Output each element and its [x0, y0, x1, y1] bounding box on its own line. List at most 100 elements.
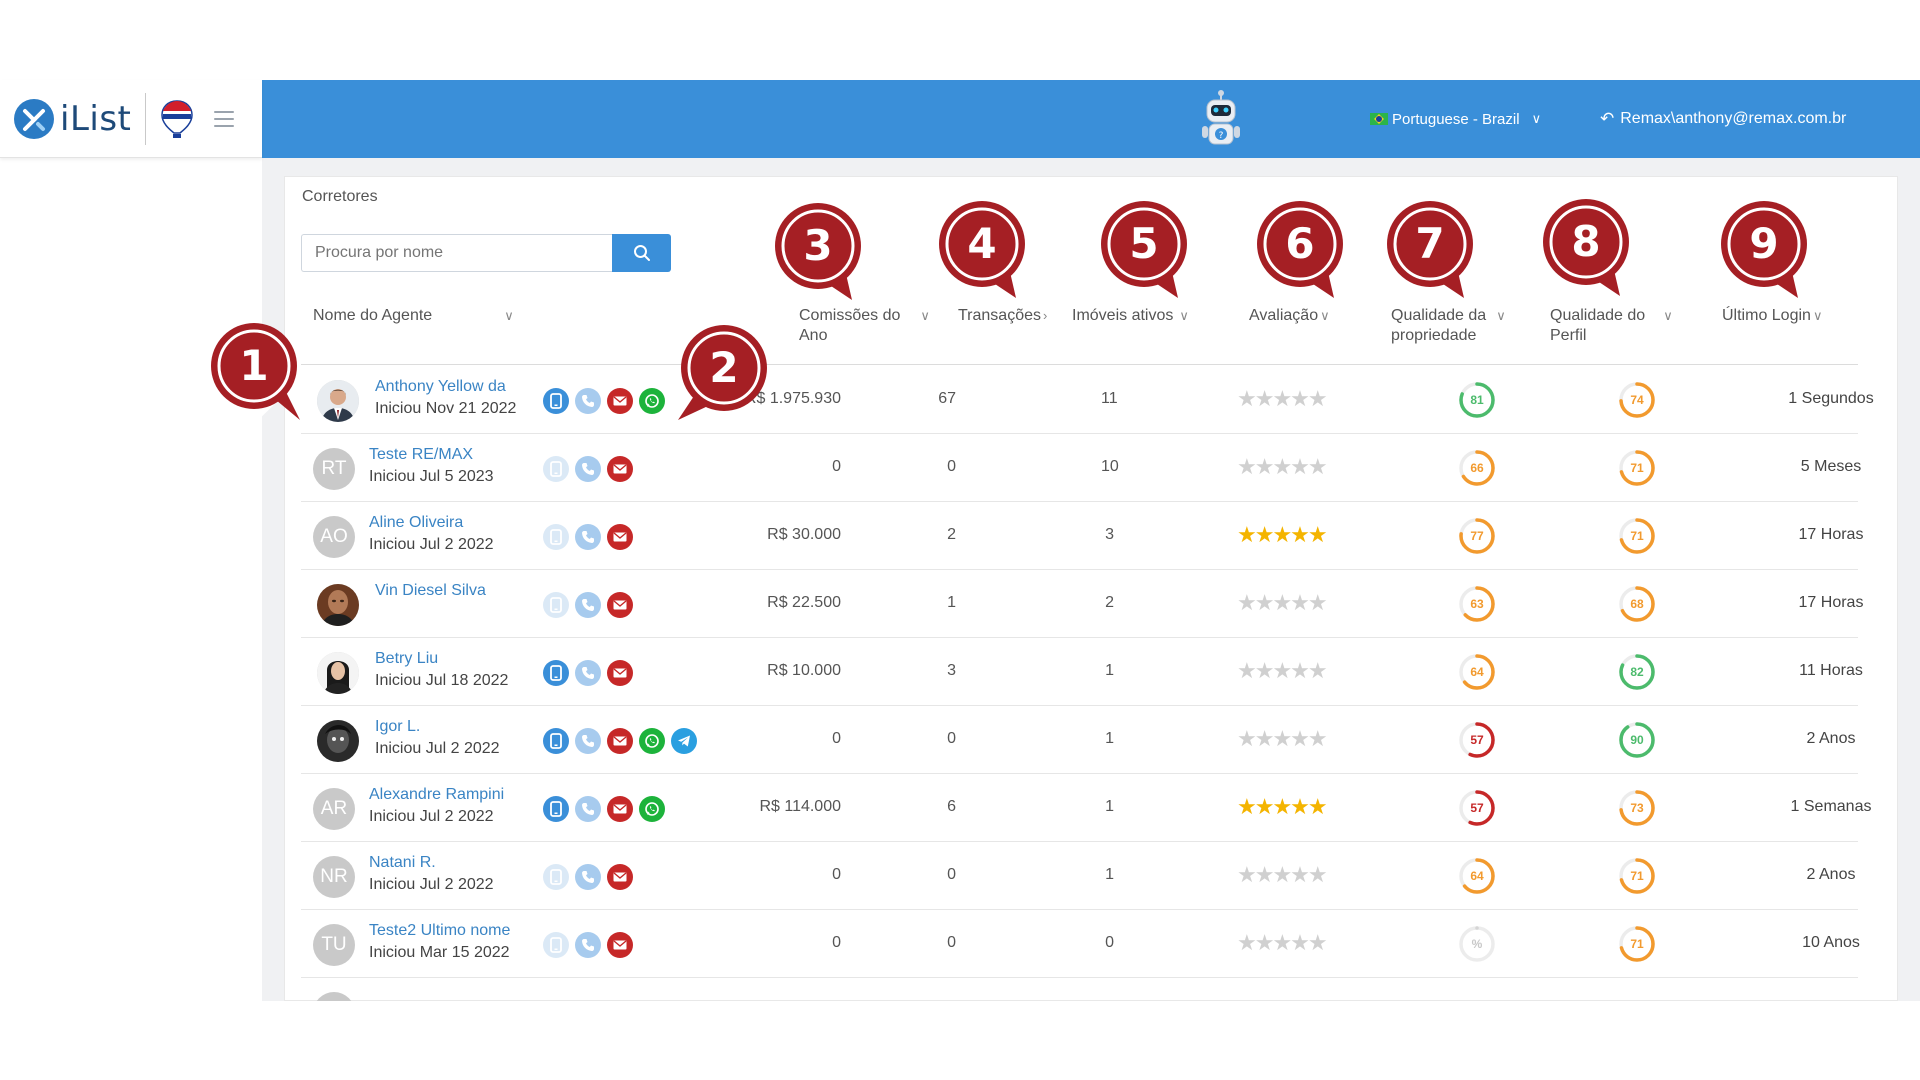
col-profile-quality[interactable]: Qualidade do ∨ Perfil [1550, 306, 1673, 346]
agent-name-link[interactable]: Betry Liu [375, 650, 438, 668]
agent-name-link[interactable]: Alexandre Rampini [369, 786, 504, 804]
mobile-icon[interactable] [543, 660, 569, 686]
agent-name-link[interactable]: Aline Oliveira [369, 514, 463, 532]
mail-icon[interactable] [607, 660, 633, 686]
mobile-icon[interactable] [543, 796, 569, 822]
commission-value: R$ 10.000 [767, 662, 841, 679]
property-quality-gauge-value: 64 [1470, 665, 1484, 679]
mail-icon[interactable] [607, 796, 633, 822]
avatar[interactable]: TU [313, 924, 355, 966]
avatar[interactable]: NR [313, 856, 355, 898]
profile-quality-gauge: 90 [1617, 720, 1657, 760]
profile-quality-gauge: 73 [1617, 788, 1657, 828]
rating-stars: ★★★★★ [1237, 930, 1328, 955]
col-transactions[interactable]: Transações › [958, 306, 1047, 326]
profile-quality-gauge-value: 71 [1630, 529, 1644, 543]
account-menu[interactable]: ↶ Remax\anthony@remax.com.br [1600, 108, 1846, 130]
col-active-listings[interactable]: Imóveis ativos ∨ [1072, 306, 1189, 326]
agent-name-link[interactable]: Teste RE/MAX [369, 446, 473, 464]
phone-icon[interactable] [575, 388, 601, 414]
avatar[interactable] [317, 720, 359, 762]
avatar[interactable]: RT [313, 448, 355, 490]
agent-name-link[interactable]: Natani R. [369, 854, 436, 872]
phone-icon[interactable] [575, 796, 601, 822]
agent-name-link[interactable]: Vin Diesel Silva [375, 582, 486, 600]
mail-icon[interactable] [607, 592, 633, 618]
col-property-quality[interactable]: Qualidade da ∨ propriedade [1391, 306, 1506, 346]
phone-icon[interactable] [575, 660, 601, 686]
logo-area: iList [0, 80, 262, 158]
profile-quality-gauge: 82 [1617, 652, 1657, 692]
mobile-icon[interactable] [543, 932, 569, 958]
contact-icons [543, 660, 633, 686]
agent-name-link[interactable]: Anthony Yellow da [375, 378, 506, 396]
mail-icon[interactable] [607, 456, 633, 482]
mobile-icon[interactable] [543, 592, 569, 618]
header-divider [301, 364, 1858, 365]
phone-icon[interactable] [575, 932, 601, 958]
agent-start-date: Iniciou Jul 5 2023 [369, 468, 494, 485]
assistant-robot-icon[interactable]: ? [1197, 88, 1245, 150]
phone-icon[interactable] [575, 592, 601, 618]
agent-name-link[interactable]: Teste2 Ultimo nome [369, 922, 510, 940]
sort-icon: ∨ [1179, 308, 1189, 323]
table-row[interactable]: AO Aline Oliveira Iniciou Jul 2 2022 R$ 30.… [301, 502, 1863, 570]
table-row[interactable]: Betry Liu Iniciou Jul 18 2022 R$ 10.000 3 1 ★… [301, 638, 1863, 706]
active-listings-value: 1 [1105, 662, 1114, 679]
language-selector[interactable]: Portuguese - Brazil ∨ [1370, 108, 1541, 130]
profile-quality-gauge: 74 [1617, 380, 1657, 420]
table-row[interactable]: TU Teste2 Ultimo nome Iniciou Mar 15 2022 0… [301, 910, 1860, 978]
search-button[interactable] [612, 234, 671, 272]
menu-toggle-icon[interactable] [214, 110, 235, 127]
agent-start-date: Iniciou Nov 21 2022 [375, 400, 517, 417]
agent-name-link[interactable]: Igor L. [375, 718, 420, 736]
contact-icons [543, 796, 665, 822]
mobile-icon[interactable] [543, 456, 569, 482]
table-row[interactable]: NR Natani R. Iniciou Jul 2 2022 0 0 1 ★★★★★ 64 7… [301, 842, 1858, 910]
mail-icon[interactable] [607, 864, 633, 890]
mail-icon[interactable] [607, 728, 633, 754]
mobile-icon[interactable] [543, 524, 569, 550]
transactions-value: 0 [947, 458, 956, 475]
avatar[interactable]: AR [313, 788, 355, 830]
whatsapp-icon[interactable] [639, 796, 665, 822]
whatsapp-icon[interactable] [639, 728, 665, 754]
last-login-value: 1 Segundos [1788, 390, 1874, 407]
property-quality-gauge-value: 63 [1470, 597, 1484, 611]
avatar[interactable] [317, 652, 359, 694]
commission-value: 0 [832, 934, 841, 951]
property-quality-gauge-value: 81 [1470, 393, 1484, 407]
col-rating[interactable]: Avaliação ∨ [1249, 306, 1330, 326]
table-row[interactable]: RT Teste RE/MAX Iniciou Jul 5 2023 0 0 10 ★★★★… [301, 434, 1861, 502]
table-row[interactable]: Vin Diesel Silva R$ 22.500 1 2 ★★★★★ 63 68 17 H… [301, 570, 1863, 638]
whatsapp-icon[interactable] [639, 388, 665, 414]
col-last-login[interactable]: Último Login ∨ [1722, 306, 1822, 326]
table-row[interactable]: Igor L. Iniciou Jul 2 2022 0 0 1 ★★★★★ 57 90 2 A… [301, 706, 1858, 774]
table-row[interactable]: AR Alexandre Rampini Iniciou Jul 2 2022 R$ … [301, 774, 1871, 842]
phone-icon[interactable] [575, 864, 601, 890]
phone-icon[interactable] [575, 728, 601, 754]
mobile-icon[interactable] [543, 728, 569, 754]
avatar[interactable] [317, 584, 359, 626]
phone-icon[interactable] [575, 524, 601, 550]
col-agent-name[interactable]: Nome do Agente ∨ [313, 306, 514, 326]
property-quality-gauge: % [1457, 924, 1497, 964]
profile-quality-gauge-value: 68 [1630, 597, 1644, 611]
search-input[interactable] [301, 234, 612, 272]
phone-icon[interactable] [575, 456, 601, 482]
active-listings-value: 11 [1101, 390, 1118, 407]
active-listings-value: 2 [1105, 594, 1114, 611]
mail-icon[interactable] [607, 932, 633, 958]
mail-icon[interactable] [607, 388, 633, 414]
contact-icons [543, 456, 633, 482]
col-commissions[interactable]: Comissões do ∨ Ano [799, 306, 930, 346]
mail-icon[interactable] [607, 524, 633, 550]
mobile-icon[interactable] [543, 388, 569, 414]
table-row[interactable]: Anthony Yellow da Iniciou Nov 21 2022 R$ 1… [301, 366, 1874, 434]
property-quality-gauge-value: % [1471, 937, 1483, 951]
avatar[interactable] [317, 380, 359, 422]
rating-stars: ★★★★★ [1237, 862, 1328, 887]
commission-value: R$ 30.000 [767, 526, 841, 543]
mobile-icon[interactable] [543, 864, 569, 890]
avatar[interactable]: AO [313, 516, 355, 558]
